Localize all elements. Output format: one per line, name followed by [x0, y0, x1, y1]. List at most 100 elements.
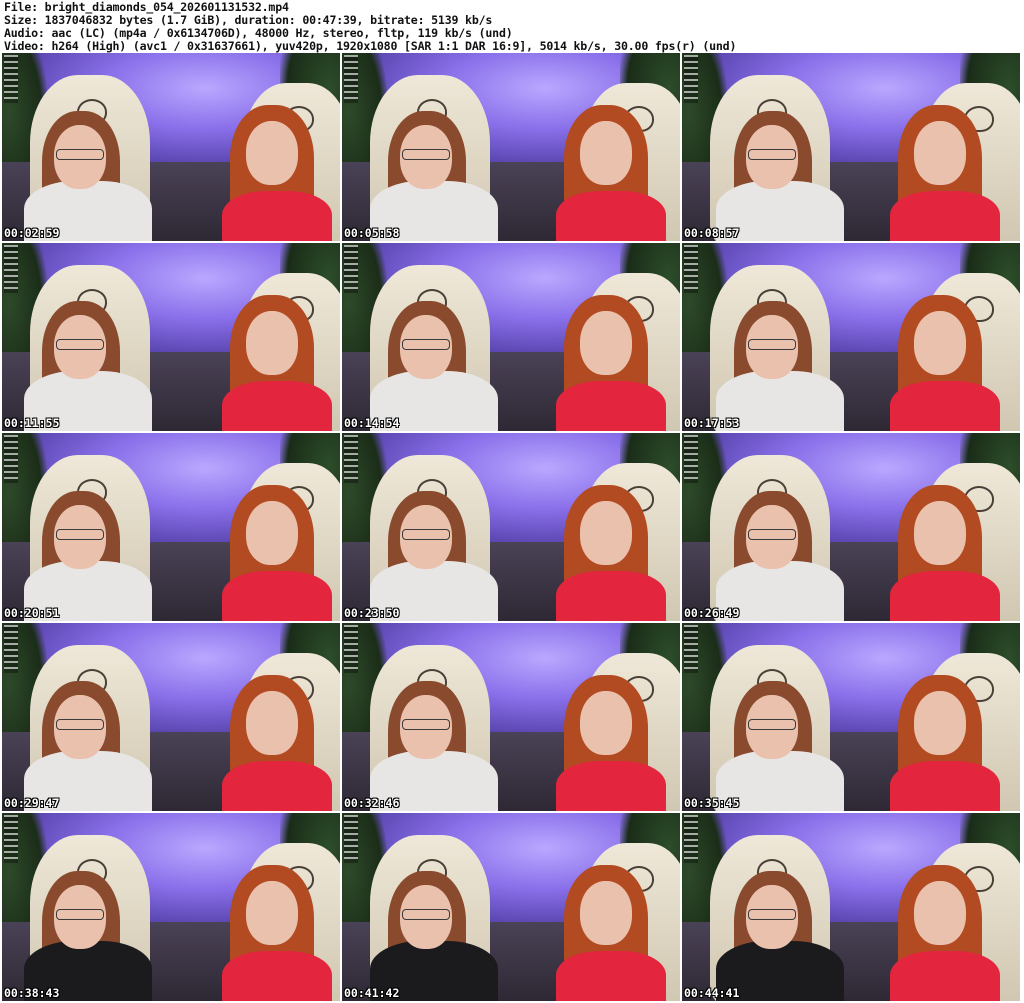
timestamp-label: 00:38:43	[4, 986, 60, 1000]
timestamp-label: 00:44:41	[684, 986, 740, 1000]
top-garment	[556, 761, 666, 811]
person-right	[208, 433, 340, 621]
person-left	[24, 623, 164, 811]
person-left	[24, 813, 164, 1001]
timestamp-label: 00:29:47	[4, 796, 60, 810]
timestamp-label: 00:08:57	[684, 226, 740, 240]
glasses-icon	[748, 149, 796, 160]
stream-overlay-widget	[344, 435, 358, 483]
video-thumbnail: 00:11:55	[2, 243, 340, 431]
top-garment	[890, 761, 1000, 811]
stream-overlay-widget	[4, 815, 18, 863]
person-right	[876, 243, 1008, 431]
video-info-line: Video: h264 (High) (avc1 / 0x31637661), …	[4, 39, 737, 53]
top-garment	[890, 571, 1000, 621]
timestamp-label: 00:20:51	[4, 606, 60, 620]
stream-overlay-widget	[4, 55, 18, 103]
face	[914, 501, 966, 565]
person-right	[542, 433, 674, 621]
video-thumbnail: 00:26:49	[682, 433, 1020, 621]
person-right	[876, 623, 1008, 811]
stream-overlay-widget	[684, 435, 698, 483]
glasses-icon	[56, 149, 104, 160]
top-garment	[222, 761, 332, 811]
person-right	[208, 243, 340, 431]
video-thumbnail: 00:08:57	[682, 53, 1020, 241]
top-garment	[556, 571, 666, 621]
timestamp-label: 00:05:58	[344, 226, 400, 240]
face	[246, 501, 298, 565]
video-thumbnail: 00:29:47	[2, 623, 340, 811]
glasses-icon	[402, 719, 450, 730]
stream-overlay-widget	[344, 55, 358, 103]
person-right	[542, 813, 674, 1001]
face	[580, 311, 632, 375]
face	[246, 691, 298, 755]
person-left	[370, 433, 510, 621]
person-left	[716, 243, 856, 431]
person-left	[716, 623, 856, 811]
glasses-icon	[748, 909, 796, 920]
person-left	[370, 53, 510, 241]
face	[914, 881, 966, 945]
stream-overlay-widget	[4, 625, 18, 673]
file-info-header: File: bright_diamonds_054_202601131532.m…	[4, 1, 1020, 53]
glasses-icon	[56, 909, 104, 920]
glasses-icon	[748, 529, 796, 540]
video-thumbnail: 00:44:41	[682, 813, 1020, 1001]
person-right	[208, 623, 340, 811]
person-left	[716, 813, 856, 1001]
timestamp-label: 00:17:53	[684, 416, 740, 430]
person-right	[876, 433, 1008, 621]
top-garment	[556, 191, 666, 241]
glasses-icon	[402, 529, 450, 540]
video-thumbnail: 00:02:59	[2, 53, 340, 241]
top-garment	[890, 951, 1000, 1001]
timestamp-label: 00:02:59	[4, 226, 60, 240]
person-left	[370, 813, 510, 1001]
glasses-icon	[748, 339, 796, 350]
glasses-icon	[56, 339, 104, 350]
timestamp-label: 00:23:50	[344, 606, 400, 620]
video-thumbnail: 00:35:45	[682, 623, 1020, 811]
person-left	[370, 623, 510, 811]
person-right	[542, 243, 674, 431]
face	[914, 691, 966, 755]
video-thumbnail: 00:32:46	[342, 623, 680, 811]
person-left	[24, 243, 164, 431]
person-right	[208, 813, 340, 1001]
top-garment	[890, 381, 1000, 431]
face	[246, 311, 298, 375]
video-thumbnail: 00:20:51	[2, 433, 340, 621]
glasses-icon	[402, 149, 450, 160]
person-right	[542, 53, 674, 241]
video-thumbnail: 00:05:58	[342, 53, 680, 241]
timestamp-label: 00:11:55	[4, 416, 60, 430]
top-garment	[890, 191, 1000, 241]
top-garment	[556, 381, 666, 431]
face	[580, 881, 632, 945]
stream-overlay-widget	[344, 245, 358, 293]
stream-overlay-widget	[684, 55, 698, 103]
video-thumbnail: 00:17:53	[682, 243, 1020, 431]
stream-overlay-widget	[4, 435, 18, 483]
person-left	[24, 433, 164, 621]
timestamp-label: 00:26:49	[684, 606, 740, 620]
top-garment	[222, 951, 332, 1001]
face	[246, 881, 298, 945]
top-garment	[222, 381, 332, 431]
face	[580, 501, 632, 565]
person-left	[370, 243, 510, 431]
timestamp-label: 00:14:54	[344, 416, 400, 430]
stream-overlay-widget	[684, 245, 698, 293]
glasses-icon	[402, 909, 450, 920]
stream-overlay-widget	[684, 625, 698, 673]
video-thumbnail: 00:23:50	[342, 433, 680, 621]
person-right	[876, 813, 1008, 1001]
face	[580, 691, 632, 755]
video-thumbnail: 00:14:54	[342, 243, 680, 431]
glasses-icon	[748, 719, 796, 730]
person-right	[876, 53, 1008, 241]
thumbnail-grid: 00:02:59 00:05:58 00:08:57 00:11:55 00:14:54…	[2, 53, 1022, 1001]
timestamp-label: 00:32:46	[344, 796, 400, 810]
